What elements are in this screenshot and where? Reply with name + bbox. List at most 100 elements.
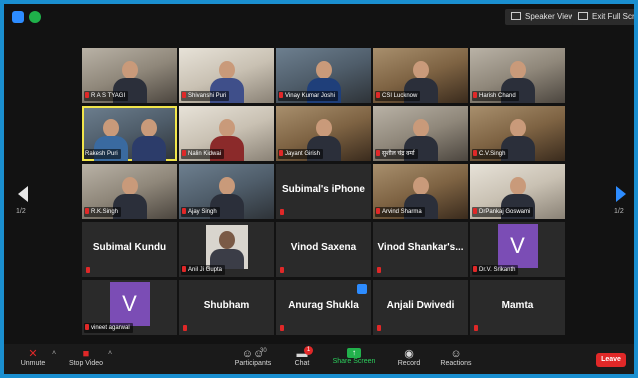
participant-tile[interactable]: V Dr.V. Srikanth bbox=[470, 222, 565, 277]
participant-name-label: C.V.Singh bbox=[472, 149, 509, 159]
more-options-icon[interactable] bbox=[357, 284, 367, 294]
participant-tile[interactable]: Arvind Sharma bbox=[373, 164, 468, 219]
participant-name: Vinod Shankar's... bbox=[377, 242, 464, 253]
chat-unread-badge: 1 bbox=[304, 346, 313, 355]
participant-name-label: Shivanshi Puri bbox=[181, 91, 230, 101]
participant-tile[interactable]: Shivanshi Puri bbox=[179, 48, 274, 103]
participant-name: Mamta bbox=[501, 300, 534, 311]
exit-fullscreen-button[interactable]: Exit Full Screen bbox=[572, 9, 634, 25]
participant-tile[interactable]: Vinod Saxena bbox=[276, 222, 371, 277]
audio-options-caret-icon[interactable]: ˄ bbox=[52, 350, 56, 357]
exit-fullscreen-label: Exit Full Screen bbox=[592, 12, 634, 21]
leave-button[interactable]: Leave bbox=[596, 353, 626, 367]
participant-tile[interactable]: Vinay Kumar Joshi bbox=[276, 48, 371, 103]
speaker-view-label: Speaker View bbox=[525, 12, 575, 21]
participant-name-label: Arvind Sharma bbox=[375, 207, 425, 217]
record-button[interactable]: ◉ Record bbox=[392, 348, 426, 367]
mic-muted-icon bbox=[280, 325, 284, 331]
mic-muted-icon bbox=[280, 209, 284, 215]
participant-name-label: Rakesh Puri bbox=[84, 149, 121, 159]
participant-tile[interactable]: Shubham bbox=[179, 280, 274, 335]
participant-tile[interactable]: Anjali Dwivedi bbox=[373, 280, 468, 335]
mic-muted-icon bbox=[183, 325, 187, 331]
participant-tile[interactable]: Ajay Singh bbox=[179, 164, 274, 219]
participant-avatar: V bbox=[497, 224, 538, 268]
participant-name: Subimal's iPhone bbox=[282, 184, 365, 195]
participant-tile-active-speaker[interactable]: Rakesh Puri bbox=[82, 106, 177, 161]
participant-tile[interactable]: DrPankaj Goswami bbox=[470, 164, 565, 219]
share-screen-button[interactable]: ↑ Share Screen bbox=[330, 348, 378, 365]
participant-name-label: Dr.V. Srikanth bbox=[472, 265, 519, 275]
participant-profile-photo bbox=[205, 225, 248, 269]
participant-tile[interactable]: R A S TYAGI bbox=[82, 48, 177, 103]
mic-muted-icon bbox=[280, 267, 284, 273]
mic-muted-icon bbox=[473, 150, 477, 156]
participant-name-label: सुशील चंद्र वर्मा bbox=[375, 149, 418, 159]
speaker-view-button[interactable]: Speaker View bbox=[505, 9, 581, 25]
participants-icon: ☺☺ bbox=[241, 348, 265, 360]
previous-page-arrow-icon[interactable] bbox=[18, 186, 28, 202]
mic-muted-icon bbox=[473, 92, 477, 98]
participant-tile[interactable]: Jayant Girish bbox=[276, 106, 371, 161]
mic-muted-icon bbox=[376, 150, 380, 156]
participant-name-label: Anil Ji Gupta bbox=[181, 265, 226, 275]
mic-muted-icon bbox=[85, 92, 89, 98]
reactions-smiley-icon: ☺ bbox=[450, 348, 462, 360]
mic-muted-icon bbox=[182, 150, 186, 156]
mic-muted-icon bbox=[182, 208, 186, 214]
participant-tile[interactable]: Mamta bbox=[470, 280, 565, 335]
participants-count: 30 bbox=[260, 348, 267, 354]
participant-tile[interactable]: R.K.Singh bbox=[82, 164, 177, 219]
participant-tile[interactable]: Anurag Shukla bbox=[276, 280, 371, 335]
participant-name-label: Vinay Kumar Joshi bbox=[278, 91, 338, 101]
mic-muted-icon bbox=[182, 266, 186, 272]
participant-avatar: V bbox=[109, 282, 150, 326]
participant-name: Anurag Shukla bbox=[288, 300, 359, 311]
mic-muted-icon bbox=[182, 92, 186, 98]
unmute-button[interactable]: ✕ Unmute bbox=[16, 348, 50, 367]
participant-name-label: R.K.Singh bbox=[84, 207, 122, 217]
participant-tile[interactable]: V vineet agarwal bbox=[82, 280, 177, 335]
video-options-caret-icon[interactable]: ˄ bbox=[108, 350, 112, 357]
mic-muted-icon bbox=[86, 267, 90, 273]
stop-video-button[interactable]: ■ Stop Video bbox=[66, 348, 106, 367]
video-camera-icon: ■ bbox=[82, 348, 90, 360]
participant-tile[interactable]: Anil Ji Gupta bbox=[179, 222, 274, 277]
participants-label: Participants bbox=[234, 360, 272, 367]
record-icon: ◉ bbox=[404, 348, 414, 360]
mic-muted-icon bbox=[473, 208, 477, 214]
participant-tile[interactable]: Nalin Kidwai bbox=[179, 106, 274, 161]
participant-tile[interactable]: C.V.Singh bbox=[470, 106, 565, 161]
stop-video-label: Stop Video bbox=[68, 360, 104, 367]
participant-name-label: DrPankaj Goswami bbox=[472, 207, 534, 217]
reactions-button[interactable]: ☺ Reactions bbox=[436, 348, 476, 367]
mic-muted-icon bbox=[376, 92, 380, 98]
security-shield-icon[interactable] bbox=[29, 11, 41, 23]
speaker-view-icon bbox=[511, 12, 521, 20]
participants-button[interactable]: ☺☺ 30 Participants bbox=[232, 348, 274, 367]
mic-muted-icon bbox=[279, 92, 283, 98]
page-indicator-right: 1/2 bbox=[614, 208, 624, 215]
participant-tile[interactable]: Subimal Kundu bbox=[82, 222, 177, 277]
share-screen-label: Share Screen bbox=[332, 358, 376, 365]
mic-muted-icon bbox=[85, 324, 89, 330]
next-page-arrow-icon[interactable] bbox=[616, 186, 626, 202]
gallery-grid: R A S TYAGI Shivanshi Puri Vinay Kumar J… bbox=[82, 48, 565, 335]
participant-tile[interactable]: Harish Chand bbox=[470, 48, 565, 103]
participant-name-label: CSI Lucknow bbox=[375, 91, 421, 101]
participant-tile[interactable]: सुशील चंद्र वर्मा bbox=[373, 106, 468, 161]
exit-fullscreen-icon bbox=[578, 12, 588, 20]
participant-name-label: R A S TYAGI bbox=[84, 91, 129, 101]
participant-name-label: Ajay Singh bbox=[181, 207, 220, 217]
participant-tile[interactable]: Vinod Shankar's... bbox=[373, 222, 468, 277]
participant-name-label: Jayant Girish bbox=[278, 149, 324, 159]
top-bar: Speaker View Exit Full Screen bbox=[4, 4, 634, 28]
record-label: Record bbox=[397, 360, 421, 367]
meeting-toolbar: ✕ Unmute ˄ ■ Stop Video ˄ ☺☺ 30 Particip… bbox=[4, 344, 634, 374]
participant-tile[interactable]: Subimal's iPhone bbox=[276, 164, 371, 219]
meeting-info-icon[interactable] bbox=[12, 11, 24, 23]
participant-name-label: Harish Chand bbox=[472, 91, 519, 101]
reactions-label: Reactions bbox=[440, 360, 472, 367]
chat-button[interactable]: ▬ 1 Chat bbox=[290, 346, 314, 367]
participant-tile[interactable]: CSI Lucknow bbox=[373, 48, 468, 103]
